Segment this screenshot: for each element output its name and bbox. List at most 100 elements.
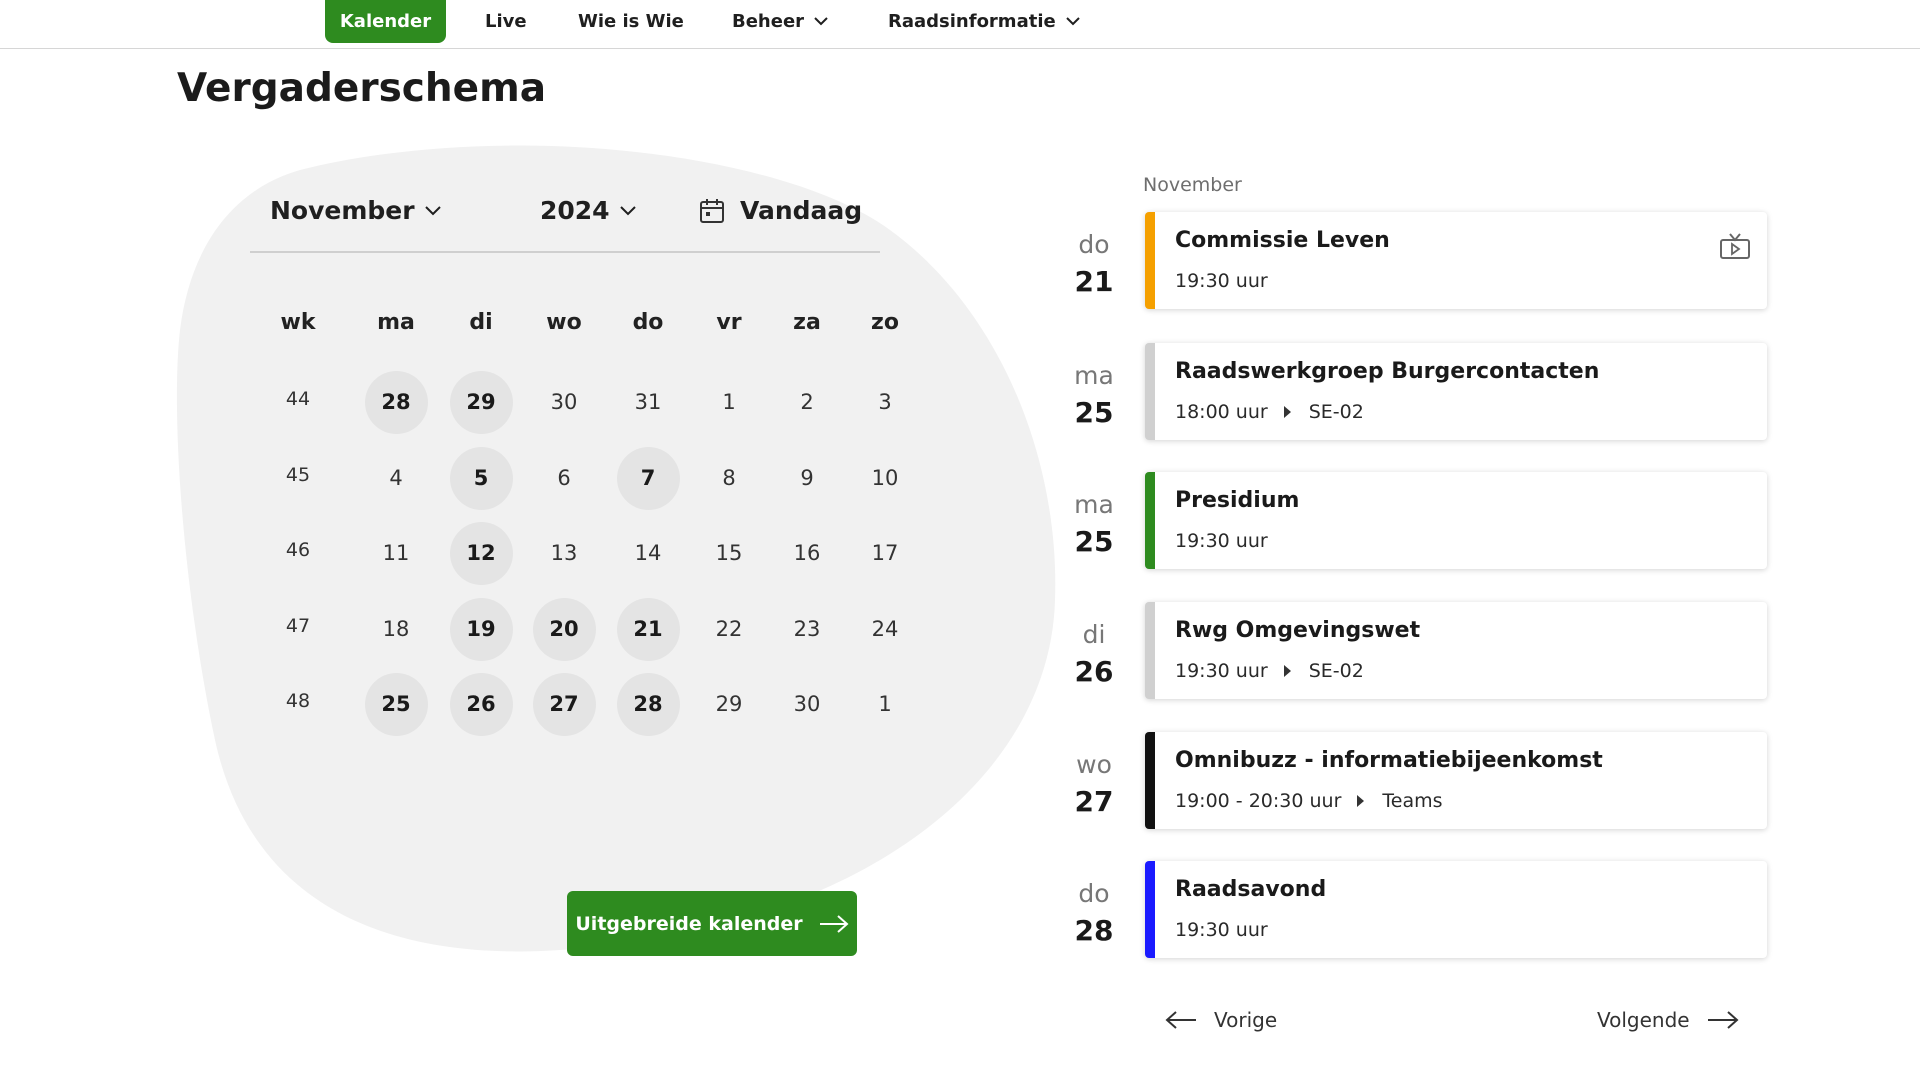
event-meta: 18:00 uur SE-02 bbox=[1175, 401, 1364, 423]
event-location: SE-02 bbox=[1308, 660, 1364, 682]
calendar-day[interactable]: 16 bbox=[776, 522, 839, 585]
year-select[interactable]: 2024 bbox=[540, 196, 636, 225]
calendar-day[interactable]: 9 bbox=[776, 447, 839, 510]
calendar-day[interactable]: 14 bbox=[617, 522, 680, 585]
arrow-right-icon bbox=[819, 914, 849, 933]
calendar-day[interactable]: 10 bbox=[854, 447, 917, 510]
next-button[interactable]: Volgende bbox=[1597, 1008, 1739, 1032]
calendar-day[interactable]: 2 bbox=[776, 371, 839, 434]
calendar-day-with-event[interactable]: 26 bbox=[449, 672, 513, 736]
event-day-number: 28 bbox=[1074, 914, 1114, 947]
calendar-day-with-event[interactable]: 25 bbox=[364, 672, 428, 736]
calendar-day-with-event[interactable]: 29 bbox=[449, 370, 513, 434]
event-weekday: do bbox=[1078, 879, 1110, 908]
event-date: do 28 bbox=[1060, 879, 1128, 947]
calendar-day-with-event[interactable]: 19 bbox=[449, 597, 513, 661]
caret-right-icon bbox=[1357, 795, 1365, 807]
event-date: do 21 bbox=[1060, 230, 1128, 298]
event-day-number: 26 bbox=[1074, 655, 1114, 688]
today-button[interactable]: Vandaag bbox=[698, 196, 862, 225]
week-number: 45 bbox=[285, 464, 311, 486]
event-day-number: 25 bbox=[1074, 396, 1114, 429]
calendar-day[interactable]: 6 bbox=[533, 447, 596, 510]
calendar-day[interactable]: 3 bbox=[854, 371, 917, 434]
broadcast-tv-icon[interactable] bbox=[1719, 232, 1751, 260]
calendar-day-with-event[interactable]: 28 bbox=[364, 370, 428, 434]
weekday-header: zo bbox=[871, 310, 899, 335]
arrow-right-icon bbox=[1707, 1011, 1739, 1029]
event-day-number: 27 bbox=[1074, 785, 1114, 818]
weekday-header: vr bbox=[716, 310, 742, 335]
event-time: 19:30 uur bbox=[1175, 919, 1268, 941]
caret-right-icon bbox=[1283, 665, 1291, 677]
calendar-day[interactable]: 4 bbox=[365, 447, 428, 510]
calendar-day[interactable]: 23 bbox=[776, 598, 839, 661]
event-title: Commissie Leven bbox=[1175, 228, 1390, 253]
week-number: 46 bbox=[285, 539, 311, 561]
calendar-day[interactable]: 11 bbox=[365, 522, 428, 585]
calendar-day[interactable]: 15 bbox=[698, 522, 761, 585]
calendar-day-with-event[interactable]: 28 bbox=[616, 672, 680, 736]
calendar-day[interactable]: 22 bbox=[698, 598, 761, 661]
calendar-day[interactable]: 18 bbox=[365, 598, 428, 661]
year-value: 2024 bbox=[540, 196, 610, 225]
weekday-header: di bbox=[469, 310, 493, 335]
event-card[interactable]: Presidium 19:30 uur bbox=[1145, 472, 1767, 569]
caret-right-icon bbox=[1283, 406, 1291, 418]
event-meta: 19:00 - 20:30 uur Teams bbox=[1175, 790, 1443, 812]
month-select[interactable]: November bbox=[270, 196, 441, 225]
calendar-day[interactable]: 30 bbox=[533, 371, 596, 434]
event-card[interactable]: Raadswerkgroep Burgercontacten 18:00 uur S… bbox=[1145, 343, 1767, 440]
calendar-day[interactable]: 31 bbox=[617, 371, 680, 434]
event-meta: 19:30 uur SE-02 bbox=[1175, 660, 1364, 682]
event-meta: 19:30 uur bbox=[1175, 530, 1268, 552]
event-time: 19:30 uur bbox=[1175, 530, 1268, 552]
event-time: 19:30 uur bbox=[1175, 660, 1268, 682]
calendar-day-with-event[interactable]: 21 bbox=[616, 597, 680, 661]
event-card[interactable]: Rwg Omgevingswet 19:30 uur SE-02 bbox=[1145, 602, 1767, 699]
weekday-header: ma bbox=[377, 310, 415, 335]
weekday-header: wk bbox=[280, 310, 316, 335]
chevron-down-icon bbox=[619, 205, 636, 215]
event-card[interactable]: Raadsavond 19:30 uur bbox=[1145, 861, 1767, 958]
event-weekday: wo bbox=[1076, 750, 1112, 779]
calendar-day-with-event[interactable]: 27 bbox=[532, 672, 596, 736]
calendar-day[interactable]: 29 bbox=[698, 673, 761, 736]
calendar-day-with-event[interactable]: 7 bbox=[616, 446, 680, 510]
extended-calendar-label: Uitgebreide kalender bbox=[575, 912, 803, 935]
event-meta: 19:30 uur bbox=[1175, 270, 1268, 292]
calendar-day[interactable]: 1 bbox=[698, 371, 761, 434]
event-card[interactable]: Omnibuzz - informatiebijeenkomst 19:00 - … bbox=[1145, 732, 1767, 829]
event-weekday: ma bbox=[1074, 490, 1114, 519]
calendar-day[interactable]: 24 bbox=[854, 598, 917, 661]
event-day-number: 21 bbox=[1074, 265, 1114, 298]
calendar-day-with-event[interactable]: 5 bbox=[449, 446, 513, 510]
month-value: November bbox=[270, 196, 415, 225]
calendar-day[interactable]: 1 bbox=[854, 673, 917, 736]
calendar-divider bbox=[250, 251, 880, 253]
event-date: di 26 bbox=[1060, 620, 1128, 688]
previous-button[interactable]: Vorige bbox=[1165, 1008, 1277, 1032]
calendar-day[interactable]: 8 bbox=[698, 447, 761, 510]
event-location: SE-02 bbox=[1308, 401, 1364, 423]
event-card[interactable]: Commissie Leven 19:30 uur bbox=[1145, 212, 1767, 309]
calendar-day-with-event[interactable]: 20 bbox=[532, 597, 596, 661]
arrow-left-icon bbox=[1165, 1011, 1196, 1029]
event-weekday: ma bbox=[1074, 361, 1114, 390]
event-title: Rwg Omgevingswet bbox=[1175, 618, 1421, 643]
calendar-icon bbox=[700, 198, 724, 223]
event-date: wo 27 bbox=[1060, 750, 1128, 818]
calendar-day[interactable]: 13 bbox=[533, 522, 596, 585]
calendar-day[interactable]: 17 bbox=[854, 522, 917, 585]
events-month-label: November bbox=[1143, 174, 1242, 196]
event-title: Raadsavond bbox=[1175, 877, 1327, 902]
event-date: ma 25 bbox=[1060, 490, 1128, 558]
event-meta: 19:30 uur bbox=[1175, 919, 1268, 941]
extended-calendar-button[interactable]: Uitgebreide kalender bbox=[567, 891, 857, 956]
week-number: 47 bbox=[285, 615, 311, 637]
event-title: Omnibuzz - informatiebijeenkomst bbox=[1175, 748, 1603, 773]
calendar-day-with-event[interactable]: 12 bbox=[449, 521, 513, 585]
calendar-day[interactable]: 30 bbox=[776, 673, 839, 736]
weekday-header: do bbox=[632, 310, 664, 335]
weekday-header: za bbox=[793, 310, 821, 335]
